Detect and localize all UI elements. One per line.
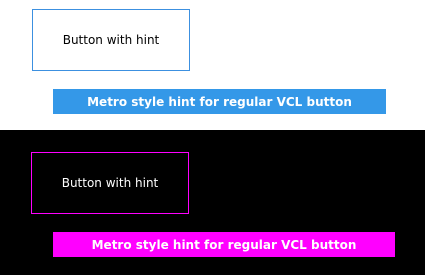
dark-theme-panel: Button with hint Metro style hint for re… — [0, 130, 425, 275]
hint-button-light[interactable]: Button with hint — [32, 9, 190, 71]
hint-tooltip-dark: Metro style hint for regular VCL button — [53, 232, 395, 257]
hint-tooltip-light: Metro style hint for regular VCL button — [53, 89, 386, 114]
light-theme-panel: Button with hint Metro style hint for re… — [0, 0, 425, 130]
hint-button-dark[interactable]: Button with hint — [31, 152, 189, 214]
